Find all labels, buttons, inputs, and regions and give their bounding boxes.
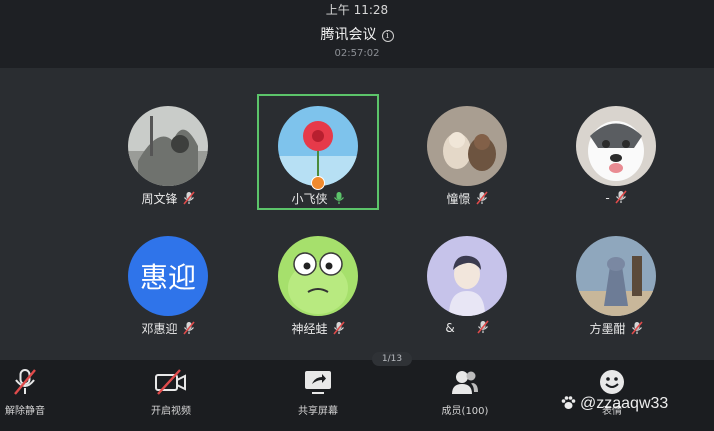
status-bar-time: 上午 11:28 [325,3,389,17]
meeting-timer: 02:57:02 [334,48,380,59]
mic-muted-icon [475,191,488,205]
participant-name: 小飞侠 [291,192,328,206]
paw-icon [561,396,576,409]
mic-speaking-icon [333,192,344,204]
mic-muted-icon [477,320,489,334]
mic-muted-icon [332,321,345,335]
avatar [576,236,656,316]
mic-off-icon [14,369,36,395]
camera-off-icon [155,369,186,395]
participant-name: 神经蛙 [291,322,328,336]
meeting-title-row[interactable]: 腾讯会议 i [0,24,714,44]
start-video-button[interactable]: 开启视频 [126,368,216,417]
participant-tile[interactable]: 周文锋 [109,96,227,208]
participant-tile[interactable]: 神经蛙 [259,226,377,338]
avatar [128,106,208,186]
participant-tile[interactable]: 方墨酣 [557,226,675,338]
participant-name: - [605,191,610,205]
participant-name: & [445,321,455,335]
start-video-label: 开启视频 [151,406,191,417]
participant-tile[interactable]: 憧憬 [408,96,526,208]
members-label: 成员(100) [441,406,489,417]
share-screen-label: 共享屏幕 [298,406,338,417]
participant-name: 方墨酣 [589,322,626,336]
unmute-button[interactable]: 解除静音 [0,368,70,417]
members-button[interactable]: 成员(100) [420,368,510,417]
avatar [427,106,507,186]
mic-muted-icon [615,190,627,204]
meeting-title: 腾讯会议 [320,27,377,43]
watermark-text: @zzaaqw33 [580,395,669,412]
mic-muted-icon [182,191,195,205]
participant-name: 周文锋 [141,192,178,206]
participant-tile-active-speaker[interactable]: 小飞侠 [257,94,379,210]
share-screen-button[interactable]: 共享屏幕 [273,368,363,417]
participant-tile[interactable]: - [557,96,675,208]
smile-icon [600,370,624,394]
avatar [278,236,358,316]
info-icon[interactable]: i [381,30,394,42]
share-screen-icon [305,371,331,394]
participant-tile[interactable]: 惠迎 邓惠迎 [109,226,227,338]
participant-name: 憧憬 [446,192,471,206]
mic-muted-icon [630,321,643,335]
mic-muted-icon [182,321,195,335]
avatar-initials: 惠迎 [128,236,208,316]
avatar [576,106,656,186]
watermark: @zzaaqw33 [560,394,668,413]
avatar [427,236,507,316]
participant-grid: 周文锋 小飞侠 憧憬 - 惠迎 邓惠迎 神经蛙 & 方墨酣 [0,68,714,360]
avatar [278,106,358,186]
unmute-label: 解除静音 [5,406,45,417]
members-icon [452,371,478,394]
host-badge-icon [311,176,325,190]
participant-name: 邓惠迎 [141,322,178,336]
meeting-header: 上午 11:28 腾讯会议 i 02:57:02 [0,0,714,68]
page-indicator[interactable]: 1/13 [372,352,412,366]
participant-tile[interactable]: & [408,226,526,338]
